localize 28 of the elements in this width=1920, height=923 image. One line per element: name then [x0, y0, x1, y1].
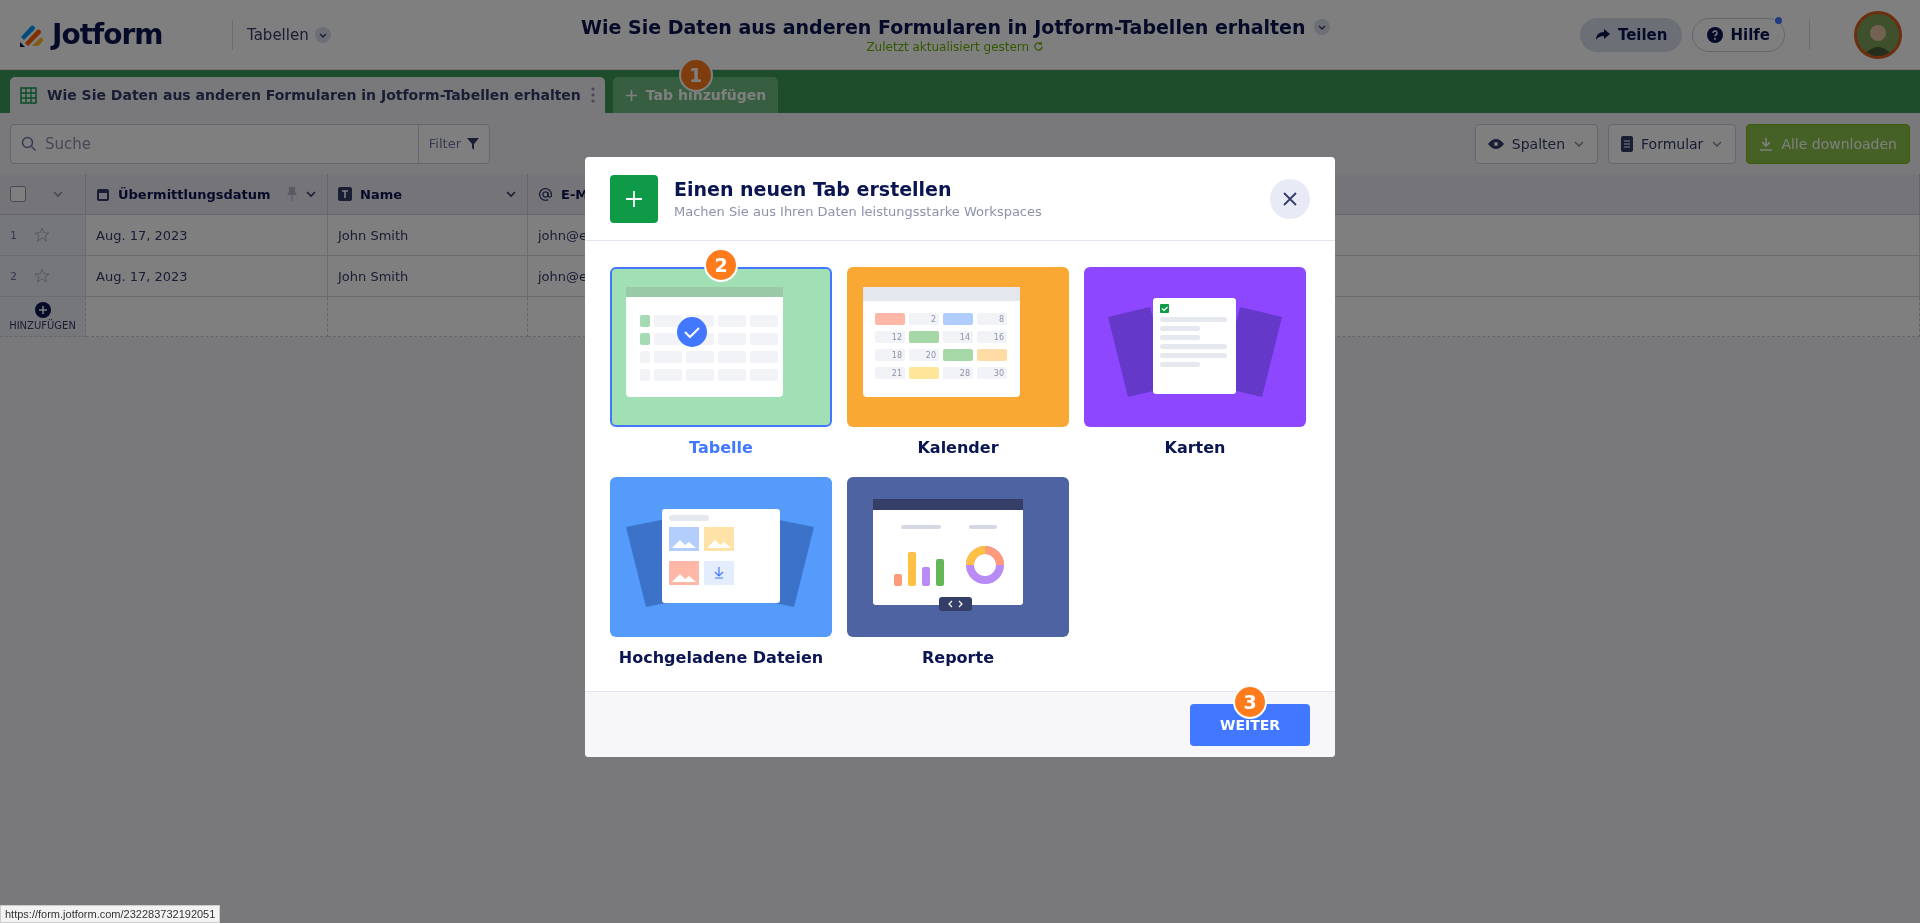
row-number-cell: 2: [0, 256, 86, 297]
day-number: 30: [993, 369, 1004, 378]
option-label: Reporte: [922, 648, 994, 667]
table-cell: John Smith: [328, 215, 528, 256]
option-label: Karten: [1164, 438, 1226, 457]
table-cell: John Smith: [328, 256, 528, 297]
day-number: 18: [891, 351, 902, 360]
day-number: 28: [959, 369, 970, 378]
option-label: Tabelle: [689, 438, 753, 457]
table-cell: Aug. 17, 2023: [86, 215, 328, 256]
day-number: 2: [930, 315, 936, 324]
day-number: 12: [891, 333, 902, 342]
day-number: 21: [891, 369, 902, 378]
option-label: Kalender: [917, 438, 999, 457]
day-number: 14: [959, 333, 970, 342]
logo-text: Jotform: [52, 18, 163, 51]
dialog-title: Einen neuen Tab erstellen: [674, 178, 953, 200]
page-title: Wie Sie Daten aus anderen Formularen in Jotform-Tabellen erhalten: [581, 15, 1306, 38]
option-label: Hochgeladene Dateien: [618, 648, 824, 667]
last-updated-text: Zuletzt aktualisiert gestern: [866, 39, 1030, 54]
step-marker: 2: [704, 248, 738, 282]
status-url: https://form.jotform.com/232283732192051: [0, 905, 221, 923]
row-number-cell: 1: [0, 215, 86, 256]
day-number: 16: [993, 333, 1004, 342]
step-marker: 3: [1233, 684, 1267, 719]
day-number: 8: [998, 315, 1004, 324]
day-number: 20: [925, 351, 936, 360]
table-cell: Aug. 17, 2023: [86, 256, 328, 297]
